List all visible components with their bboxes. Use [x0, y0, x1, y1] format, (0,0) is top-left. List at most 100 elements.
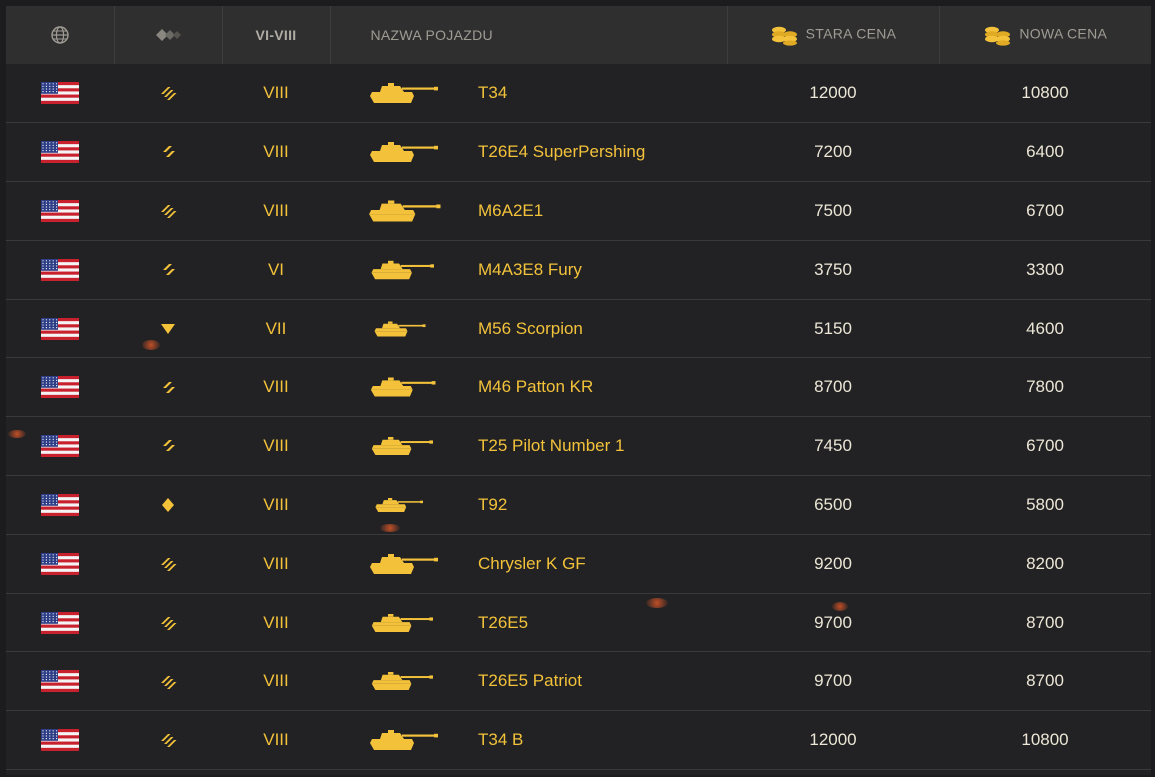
- type-cell: [114, 182, 222, 241]
- new-price-cell: 8700: [1026, 671, 1064, 691]
- nation-cell: [6, 299, 114, 358]
- type-cell: [114, 123, 222, 182]
- table-row[interactable]: VIII T26E5 9700 8700: [6, 593, 1151, 652]
- heavy-tank-icon: [161, 558, 177, 572]
- nation-cell: [6, 652, 114, 711]
- old-price-cell: 6500: [814, 494, 852, 514]
- vehicle-name-cell: M4A3E8 Fury: [330, 240, 727, 299]
- type-column-header[interactable]: [114, 6, 223, 64]
- new-price-header-label: NOWA CENA: [1019, 25, 1108, 42]
- table-row[interactable]: VIII T26E5 Patriot 9700 8700: [6, 652, 1151, 711]
- vehicle-name[interactable]: T26E5: [478, 613, 528, 633]
- vehicle-name-cell: T92: [330, 476, 727, 535]
- vehicle-name[interactable]: T34 B: [478, 730, 523, 750]
- heavy-tank-icon: [161, 675, 177, 689]
- old-price-cell: 12000: [809, 83, 857, 103]
- heavy-tank-icon: [161, 616, 177, 630]
- tank-silhouette-icon: [370, 553, 438, 574]
- heavy-tank-icon: [161, 87, 177, 101]
- usa-flag-icon: [41, 493, 79, 516]
- nation-cell: [6, 417, 114, 476]
- old-price-cell: 3750: [814, 259, 852, 279]
- vehicle-name-cell: T26E5 Patriot: [330, 652, 727, 711]
- old-price-cell: 9700: [814, 671, 852, 691]
- tank-silhouette-icon: [371, 672, 433, 691]
- table-header-row: VI-VIII NAZWA POJAZDU STARA CENA NOWA CE…: [6, 6, 1151, 64]
- old-price-cell: 5150: [814, 318, 852, 338]
- nation-cell: [6, 593, 114, 652]
- heavy-tank-icon: [161, 205, 177, 219]
- nation-cell: [6, 64, 114, 123]
- table-row[interactable]: VIII M6A2E1 7500 6700: [6, 182, 1151, 241]
- type-cell: [114, 358, 222, 417]
- tank-silhouette-icon: [371, 613, 433, 632]
- vehicle-name[interactable]: T25 Pilot Number 1: [478, 436, 624, 456]
- type-cell: [114, 476, 222, 535]
- new-price-column-header[interactable]: NOWA CENA: [939, 6, 1151, 64]
- nation-cell: [6, 182, 114, 241]
- vehicle-name[interactable]: M46 Patton KR: [478, 377, 593, 397]
- tier-cell: VIII: [263, 377, 289, 397]
- tank-destroyer-icon: [161, 323, 175, 334]
- tank-silhouette-icon: [374, 321, 426, 337]
- new-price-cell: 7800: [1026, 377, 1064, 397]
- vehicle-name-cell: T34 B: [330, 711, 727, 770]
- usa-flag-icon: [41, 552, 79, 575]
- old-price-column-header[interactable]: STARA CENA: [727, 6, 940, 64]
- new-price-cell: 10800: [1021, 730, 1069, 750]
- type-cell: [114, 299, 222, 358]
- vehicle-name[interactable]: T92: [478, 495, 507, 515]
- table-row[interactable]: VII M56 Scorpion 5150 4600: [6, 299, 1151, 358]
- old-price-cell: 9200: [814, 553, 852, 573]
- vehicle-name[interactable]: T26E5 Patriot: [478, 671, 582, 691]
- new-price-cell: 6700: [1026, 436, 1064, 456]
- type-cell: [114, 652, 222, 711]
- new-price-cell: 6700: [1026, 200, 1064, 220]
- old-price-cell: 9700: [814, 612, 852, 632]
- type-cell: [114, 593, 222, 652]
- vehicle-name-cell: T26E4 SuperPershing: [330, 123, 727, 182]
- vehicle-price-table: VI-VIII NAZWA POJAZDU STARA CENA NOWA CE…: [6, 6, 1151, 770]
- vehicle-name-cell: T25 Pilot Number 1: [330, 417, 727, 476]
- globe-icon: [51, 26, 69, 44]
- vehicle-name[interactable]: M4A3E8 Fury: [478, 260, 582, 280]
- vehicle-name[interactable]: T34: [478, 83, 507, 103]
- tank-silhouette-icon: [375, 497, 423, 512]
- tank-silhouette-icon: [369, 200, 441, 222]
- usa-flag-icon: [41, 729, 79, 752]
- name-column-header[interactable]: NAZWA POJAZDU: [330, 6, 728, 64]
- usa-flag-icon: [41, 258, 79, 281]
- vehicle-name[interactable]: M6A2E1: [478, 201, 543, 221]
- table-row[interactable]: VIII T26E4 SuperPershing 7200 6400: [6, 123, 1151, 182]
- tier-cell: VIII: [263, 612, 289, 632]
- vehicle-name-cell: T26E5: [330, 593, 727, 652]
- old-price-cell: 7500: [814, 200, 852, 220]
- vehicle-name[interactable]: Chrysler K GF: [478, 554, 586, 574]
- table-row[interactable]: VIII Chrysler K GF 9200 8200: [6, 534, 1151, 594]
- tier-cell: VIII: [263, 671, 289, 691]
- table-row[interactable]: VIII T92 6500 5800: [6, 476, 1151, 535]
- nation-cell: [6, 123, 114, 182]
- vehicle-name[interactable]: M56 Scorpion: [478, 319, 583, 339]
- nation-cell: [6, 534, 114, 593]
- usa-flag-icon: [41, 611, 79, 634]
- table-row[interactable]: VIII T34 12000 10800: [6, 64, 1151, 123]
- nation-cell: [6, 476, 114, 535]
- new-price-cell: 6400: [1026, 142, 1064, 162]
- nation-column-header[interactable]: [6, 6, 115, 64]
- tier-cell: VIII: [263, 200, 289, 220]
- vehicle-name-cell: M56 Scorpion: [330, 299, 727, 358]
- table-row[interactable]: VIII T34 B 12000 10800: [6, 711, 1151, 770]
- usa-flag-icon: [41, 317, 79, 340]
- table-row[interactable]: VIII T25 Pilot Number 1 7450 6700: [6, 417, 1151, 476]
- new-price-cell: 4600: [1026, 318, 1064, 338]
- table-row[interactable]: VIII M46 Patton KR 8700 7800: [6, 358, 1151, 417]
- tier-cell: VIII: [263, 494, 289, 514]
- tier-column-header[interactable]: VI-VIII: [222, 6, 331, 64]
- tier-cell: VIII: [263, 83, 289, 103]
- vehicle-rows: VIII T34 12000 10800 VIII T26E4 SuperPer…: [6, 64, 1151, 770]
- table-row[interactable]: VI M4A3E8 Fury 3750 3300: [6, 240, 1151, 300]
- usa-flag-icon: [41, 82, 79, 105]
- vehicle-name[interactable]: T26E4 SuperPershing: [478, 142, 645, 162]
- old-price-header-label: STARA CENA: [805, 25, 897, 42]
